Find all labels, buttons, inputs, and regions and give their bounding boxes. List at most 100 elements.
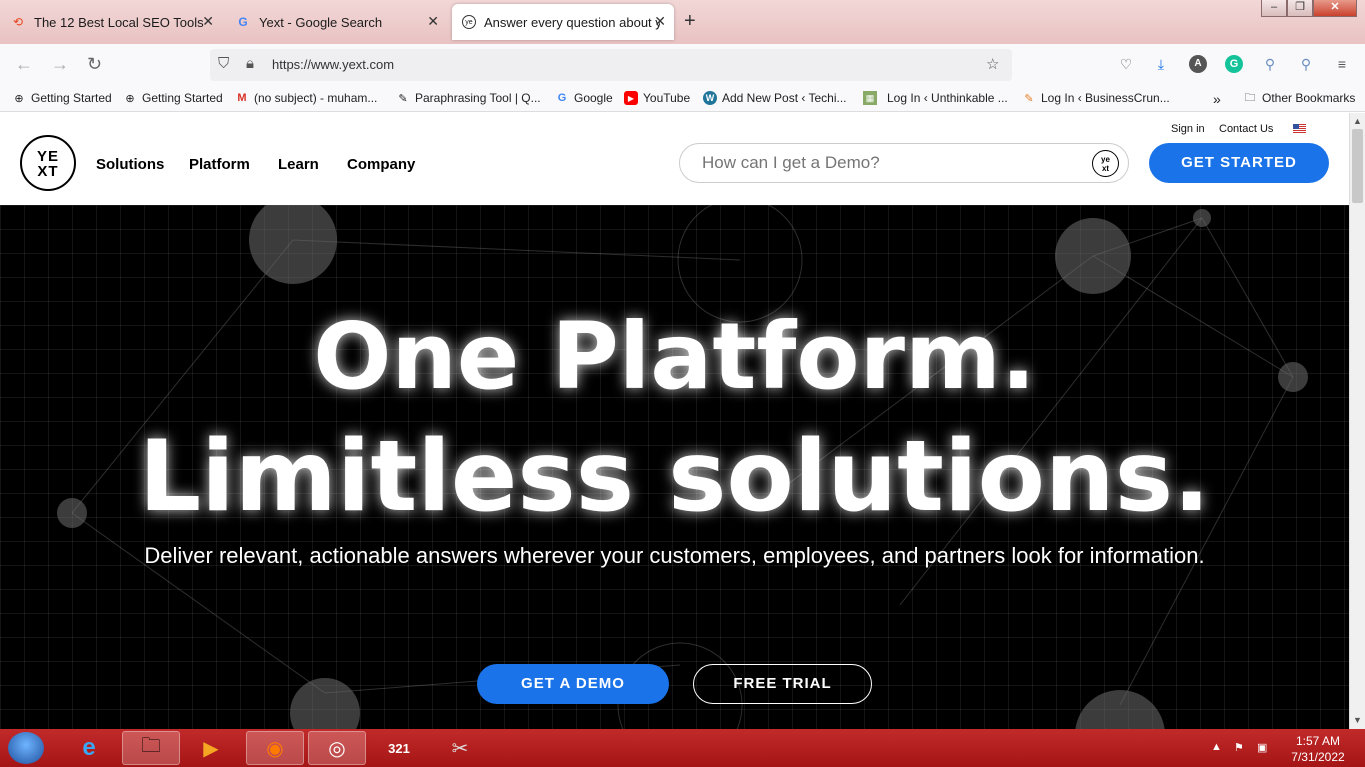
snipping-tool-icon[interactable]: ✂ [431, 731, 489, 765]
hero-section: One Platform. Limitless solutions. Deliv… [0, 205, 1349, 729]
contact-us-link[interactable]: Contact Us [1219, 123, 1273, 135]
nav-solutions[interactable]: Solutions [96, 156, 164, 173]
menu-icon[interactable]: ≡ [1333, 55, 1351, 73]
media-player-icon[interactable]: ▶ [182, 731, 240, 765]
nav-company[interactable]: Company [347, 156, 415, 173]
bookmark-label: YouTube [643, 91, 691, 105]
account-icon[interactable]: A [1189, 55, 1207, 73]
nav-learn[interactable]: Learn [278, 156, 319, 173]
browser-tab-strip: ⟲ The 12 Best Local SEO Tools ✕ G Yext -… [0, 0, 1365, 44]
bookmark-label: Other Bookmarks [1262, 91, 1356, 105]
start-button[interactable] [8, 732, 44, 764]
bookmark-item[interactable]: ✎ Log In ‹ BusinessCrun... [1022, 91, 1170, 105]
action-center-flag-icon[interactable]: ⚑ [1234, 741, 1244, 754]
url-text[interactable]: https://www.yext.com [272, 57, 394, 72]
system-clock[interactable]: 1:57 AM 7/31/2022 [1280, 733, 1356, 765]
site-icon: ✎ [1024, 92, 1034, 105]
web-page: YE XT Solutions Platform Learn Company S… [0, 113, 1349, 729]
minimize-button[interactable]: – [1261, 0, 1287, 17]
clock-time: 1:57 AM [1295, 734, 1341, 748]
bookmark-item[interactable]: ✎ Paraphrasing Tool | Q... [396, 91, 541, 105]
sign-in-link[interactable]: Sign in [1171, 123, 1205, 135]
internet-explorer-icon[interactable]: e [60, 731, 118, 765]
hero-headline-line-1: One Platform. [313, 303, 1036, 410]
bookmark-label: Paraphrasing Tool | Q... [415, 91, 541, 105]
close-icon[interactable]: ✕ [427, 13, 439, 30]
tab-google-search[interactable]: G Yext - Google Search ✕ [225, 4, 447, 40]
bookmark-label: Google [574, 91, 613, 105]
back-arrow-icon[interactable]: ← [15, 54, 33, 75]
bookmark-label: Getting Started [31, 91, 112, 105]
scroll-thumb[interactable] [1352, 129, 1363, 203]
hero-subtitle: Deliver relevant, actionable answers whe… [144, 543, 1205, 568]
yext-search-icon[interactable]: ye xt [1092, 150, 1119, 177]
browser-toolbar: ← → ↻ ⛉ 🔒︎ https://www.yext.com ☆ ♡ ⤓ A … [0, 44, 1365, 86]
tab-label: Yext - Google Search [259, 14, 383, 30]
gmail-icon: M [237, 92, 247, 104]
quill-icon: ✎ [398, 92, 408, 105]
bookmark-item[interactable]: 🗀︎ Other Bookmarks [1243, 91, 1356, 105]
cycle-icon: ⟲ [12, 15, 24, 29]
windows-taskbar: e 🗀︎ ▶ ◉ ◎ 321 ✂ ▲ ⚑ ▣ 1:57 AM 7/31/2022 [0, 729, 1365, 767]
folder-icon: 🗀︎ [1244, 91, 1256, 104]
site-header: YE XT Solutions Platform Learn Company S… [0, 113, 1349, 205]
us-flag-icon[interactable] [1293, 124, 1306, 133]
star-icon[interactable]: ☆ [986, 55, 999, 73]
bookmark-item[interactable]: W Add New Post ‹ Techi... [703, 91, 847, 105]
download-icon[interactable]: ⤓ [1152, 55, 1170, 73]
clock-date: 7/31/2022 [1291, 750, 1345, 764]
bookmark-label: Getting Started [142, 91, 223, 105]
tab-label: Answer every question about ye [484, 14, 660, 30]
tab-local-seo-tools[interactable]: ⟲ The 12 Best Local SEO Tools ✕ [0, 4, 222, 40]
site-search[interactable]: yext [679, 143, 1129, 183]
close-icon[interactable]: ✕ [202, 13, 214, 30]
network-icon[interactable]: ▣ [1257, 741, 1267, 754]
page-scrollbar[interactable]: ▲ ▼ [1349, 113, 1365, 729]
extension-icon[interactable]: ⚲ [1261, 55, 1279, 73]
bookmark-label: Add New Post ‹ Techi... [722, 91, 847, 105]
tab-label: The 12 Best Local SEO Tools [34, 14, 204, 30]
bookmark-item[interactable]: ⊕ Getting Started [12, 91, 112, 105]
close-icon[interactable]: ✕ [654, 13, 666, 30]
bookmark-label: Log In ‹ Unthinkable ... [887, 91, 1008, 105]
bookmark-label: Log In ‹ BusinessCrun... [1041, 91, 1170, 105]
scroll-up-arrow-icon[interactable]: ▲ [1353, 116, 1362, 126]
reload-icon[interactable]: ↻ [87, 54, 102, 75]
bookmark-item[interactable]: ⊕ Getting Started [123, 91, 223, 105]
google-icon: G [557, 92, 567, 104]
lock-icon[interactable]: 🔒︎ [246, 55, 254, 72]
pocket-icon[interactable]: ♡ [1117, 55, 1135, 73]
globe-icon: ⊕ [125, 92, 135, 105]
media-321-icon[interactable]: 321 [370, 731, 428, 765]
maximize-button[interactable]: ❐ [1287, 0, 1313, 17]
logo-text: XT [37, 163, 59, 180]
nav-platform[interactable]: Platform [189, 156, 250, 173]
site-icon: ▦ [863, 91, 877, 105]
chrome-icon[interactable]: ◎ [308, 731, 366, 765]
free-trial-button[interactable]: FREE TRIAL [693, 664, 872, 704]
new-tab-button[interactable]: + [684, 11, 696, 31]
tab-yext[interactable]: ye Answer every question about ye ✕ [452, 4, 674, 40]
forward-arrow-icon[interactable]: → [51, 54, 69, 75]
bookmark-item[interactable]: G Google [555, 91, 613, 105]
yext-logo[interactable]: YE XT [20, 135, 76, 191]
wordpress-icon: W [703, 91, 717, 105]
grammarly-icon[interactable]: G [1225, 55, 1243, 73]
shield-icon[interactable]: ⛉ [218, 55, 229, 72]
window-close-button[interactable]: ✕ [1313, 0, 1357, 17]
logo-text: YE [36, 148, 59, 165]
get-started-button[interactable]: GET STARTED [1149, 143, 1329, 183]
search-input[interactable] [702, 153, 1082, 173]
extension-icon[interactable]: ⚲ [1297, 55, 1315, 73]
bookmark-item[interactable]: ▦ Log In ‹ Unthinkable ... [863, 91, 1008, 105]
get-a-demo-button[interactable]: GET A DEMO [477, 664, 669, 704]
bookmark-item[interactable]: M (no subject) - muham... [235, 91, 377, 105]
firefox-icon[interactable]: ◉ [246, 731, 304, 765]
bookmark-item[interactable]: ▶ YouTube [624, 91, 690, 105]
globe-icon: ⊕ [14, 92, 24, 105]
scroll-down-arrow-icon[interactable]: ▼ [1353, 715, 1362, 725]
file-explorer-icon[interactable]: 🗀︎ [122, 731, 180, 765]
show-hidden-icons-arrow-icon[interactable]: ▲ [1211, 741, 1222, 753]
more-bookmarks-chevron-icon[interactable]: » [1213, 91, 1221, 107]
address-bar[interactable]: ⛉ 🔒︎ https://www.yext.com ☆ [210, 49, 1012, 81]
